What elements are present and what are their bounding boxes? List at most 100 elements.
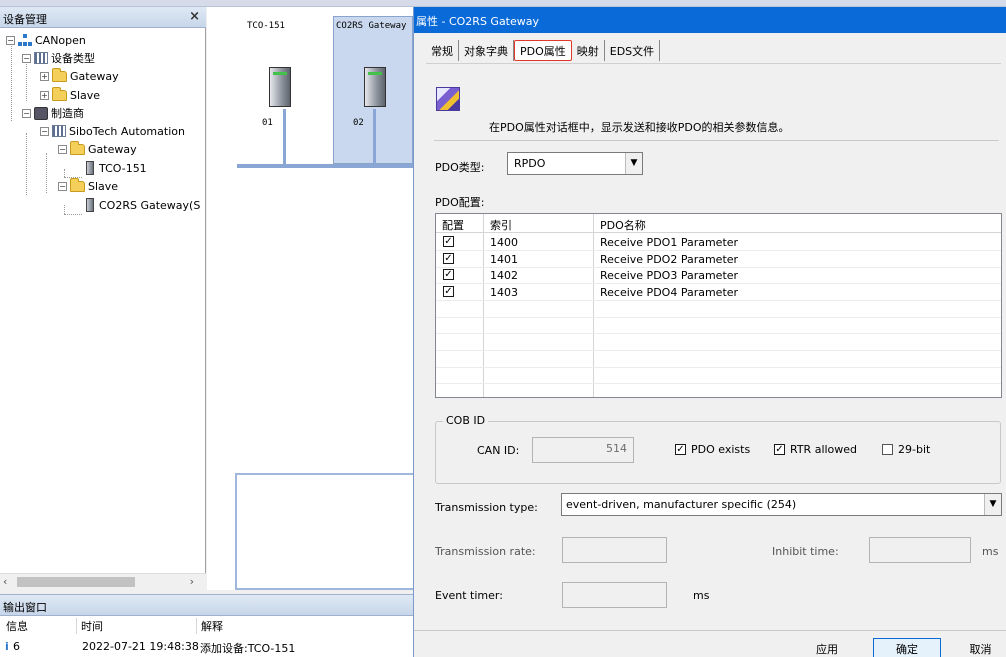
tree-item-canopen[interactable]: − CANopen	[6, 31, 86, 49]
scrollbar-thumb[interactable]	[17, 577, 135, 587]
horizontal-scrollbar[interactable]: ‹ ›	[0, 573, 206, 590]
tree-item-slave-type[interactable]: + Slave	[40, 86, 100, 104]
collapse-toggle[interactable]: −	[40, 126, 49, 136]
device-name-label: CO2RS Gateway	[336, 21, 407, 31]
collapse-toggle[interactable]: −	[58, 144, 67, 154]
event-timer-label: Event timer:	[435, 589, 503, 602]
pdo-config-table: 配置 索引 PDO名称 ✓ 1400 Receive PDO1 Paramete…	[435, 213, 1002, 398]
separator	[434, 140, 999, 141]
rtr-allowed-checkbox[interactable]: ✓	[774, 444, 785, 455]
dropdown-arrow-icon[interactable]: ▼	[625, 153, 642, 174]
network-canvas[interactable]: TCO-151 CO2RS Gateway 01 02	[207, 7, 413, 590]
dialog-title: 属性 - CO2RS Gateway	[416, 15, 540, 28]
row-divider	[436, 317, 1001, 318]
expand-toggle[interactable]: +	[40, 90, 49, 100]
bus-drop-line	[283, 109, 286, 165]
row-config-checkbox[interactable]: ✓	[443, 253, 454, 264]
inhibit-time-field	[869, 537, 971, 563]
event-timer-field[interactable]	[562, 582, 667, 608]
tab-pdo-properties[interactable]: PDO属性	[514, 40, 572, 61]
tree-item-gateway-folder[interactable]: − Gateway	[58, 140, 137, 158]
tree-item-gateway-type[interactable]: + Gateway	[40, 67, 119, 85]
table-row[interactable]: ✓ 1402 Receive PDO3 Parameter	[436, 267, 1001, 283]
log-time: 2022-07-21 19:48:38	[82, 640, 199, 653]
separator	[414, 630, 1006, 631]
inhibit-time-unit: ms	[982, 545, 999, 558]
output-window-header: 输出窗口	[0, 594, 413, 616]
can-id-field[interactable]: 514	[532, 437, 634, 463]
tree-item-label: Slave	[88, 179, 119, 193]
table-row[interactable]: ✓ 1401 Receive PDO2 Parameter	[436, 251, 1001, 267]
tree-item-label: CANopen	[35, 33, 86, 47]
tree-item-tco151[interactable]: TCO-151	[86, 159, 147, 177]
collapse-toggle[interactable]: −	[22, 108, 31, 118]
column-header-index[interactable]: 索引	[484, 214, 594, 233]
row-index: 1403	[490, 286, 518, 299]
bit29-checkbox[interactable]	[882, 444, 893, 455]
tab-mapping[interactable]: 映射	[572, 40, 605, 61]
device-icon[interactable]	[364, 67, 386, 107]
transmission-type-label: Transmission type:	[435, 501, 538, 514]
tab-eds-file[interactable]: EDS文件	[605, 40, 661, 61]
category-icon	[52, 125, 66, 137]
tree-item-co2rs[interactable]: CO2RS Gateway(S	[86, 196, 200, 214]
tree-item-manufacturer[interactable]: − 制造商	[22, 104, 84, 122]
pdo-exists-checkbox[interactable]: ✓	[675, 444, 686, 455]
tree-connector	[64, 169, 65, 177]
log-description: 添加设备:TCO-151	[200, 642, 296, 655]
bit29-option[interactable]: 29-bit	[882, 443, 930, 456]
pdo-type-select[interactable]: RPDO ▼	[507, 152, 643, 175]
manufacturer-icon	[34, 106, 48, 120]
column-header-description[interactable]: 解释	[196, 618, 223, 634]
transmission-type-value: event-driven, manufacturer specific (254…	[566, 498, 797, 511]
row-config-checkbox[interactable]: ✓	[443, 236, 454, 247]
transmission-rate-field	[562, 537, 667, 563]
rtr-allowed-label: RTR allowed	[790, 443, 858, 456]
ok-button[interactable]: 确定	[873, 638, 941, 657]
apply-button[interactable]: 应用	[793, 638, 861, 657]
table-row[interactable]: ✓ 1403 Receive PDO4 Parameter	[436, 284, 1001, 300]
tree-connector	[46, 153, 47, 193]
scroll-left-icon[interactable]: ‹	[3, 575, 7, 588]
collapse-toggle[interactable]: −	[58, 181, 67, 191]
column-header-info[interactable]: 信息	[2, 618, 28, 634]
folder-icon	[52, 86, 67, 101]
pdo-exists-option[interactable]: ✓ PDO exists	[675, 443, 750, 456]
table-row[interactable]: i 6 2022-07-21 19:48:38 添加设备:TCO-151	[0, 636, 413, 657]
tree-item-slave-folder[interactable]: − Slave	[58, 177, 118, 195]
pane-title: 设备管理	[3, 13, 47, 26]
row-config-checkbox[interactable]: ✓	[443, 286, 454, 297]
dialog-titlebar[interactable]: 属性 - CO2RS Gateway	[414, 7, 1006, 33]
row-divider	[436, 350, 1001, 351]
tree-item-device-types[interactable]: − 设备类型	[22, 49, 95, 67]
collapse-toggle[interactable]: −	[22, 53, 31, 63]
tree-item-sibotech[interactable]: − SiboTech Automation	[40, 122, 185, 140]
scroll-right-icon[interactable]: ›	[190, 575, 194, 588]
column-header-pdo-name[interactable]: PDO名称	[594, 214, 1001, 233]
row-divider	[436, 300, 1001, 301]
device-icon[interactable]	[269, 67, 291, 107]
tree-connector	[26, 133, 27, 195]
dropdown-arrow-icon[interactable]: ▼	[984, 494, 1001, 515]
tab-object-dictionary[interactable]: 对象字典	[459, 40, 514, 61]
expand-toggle[interactable]: +	[40, 71, 49, 81]
column-header-config[interactable]: 配置	[436, 214, 484, 233]
minimap-panel[interactable]	[235, 473, 413, 590]
rtr-allowed-option[interactable]: ✓ RTR allowed	[774, 443, 857, 456]
pdo-type-label: PDO类型:	[435, 161, 485, 174]
tab-general[interactable]: 常规	[426, 40, 459, 61]
column-header-time[interactable]: 时间	[76, 618, 103, 634]
cancel-button[interactable]: 取消	[954, 638, 1006, 657]
collapse-toggle[interactable]: −	[6, 35, 15, 45]
row-divider	[436, 367, 1001, 368]
tree-item-label: CO2RS Gateway(S	[99, 198, 201, 212]
close-icon[interactable]: ×	[189, 9, 200, 24]
folder-icon	[52, 67, 67, 82]
row-pdo-name: Receive PDO1 Parameter	[600, 236, 739, 249]
row-pdo-name: Receive PDO2 Parameter	[600, 253, 739, 266]
properties-dialog: 属性 - CO2RS Gateway 常规 对象字典 PDO属性 映射 EDS文…	[413, 7, 1006, 657]
transmission-type-select[interactable]: event-driven, manufacturer specific (254…	[561, 493, 1002, 516]
row-config-checkbox[interactable]: ✓	[443, 269, 454, 280]
table-row[interactable]: ✓ 1400 Receive PDO1 Parameter	[436, 234, 1001, 250]
folder-icon	[70, 177, 85, 192]
